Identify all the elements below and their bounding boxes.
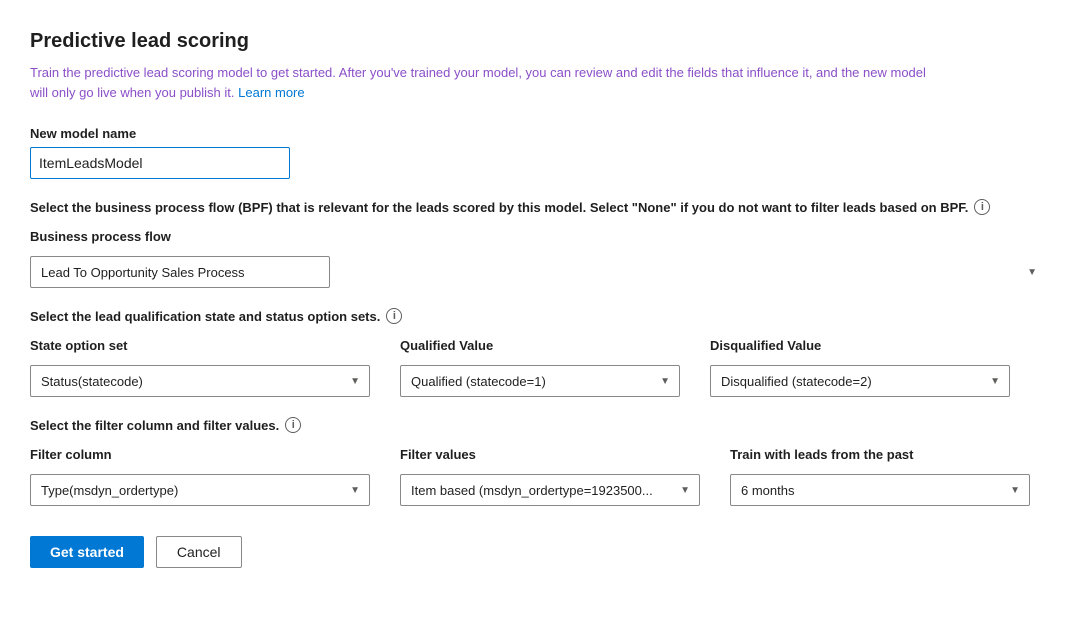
- train-past-dropdown[interactable]: 3 months 6 months 12 months 24 months: [730, 474, 1030, 506]
- intro-body: Train the predictive lead scoring model …: [30, 65, 926, 100]
- bpf-instruction: Select the business process flow (BPF) t…: [30, 199, 1010, 215]
- learn-more-link[interactable]: Learn more: [238, 85, 304, 100]
- qualified-value-group: Qualified Value Qualified (statecode=1) …: [400, 338, 680, 397]
- model-name-input[interactable]: [30, 147, 290, 179]
- qualification-section: Select the lead qualification state and …: [30, 308, 1047, 397]
- train-past-label: Train with leads from the past: [730, 447, 1030, 462]
- get-started-button[interactable]: Get started: [30, 536, 144, 568]
- filter-values-dropdown[interactable]: Item based (msdyn_ordertype=1923500...: [400, 474, 700, 506]
- model-name-section: New model name: [30, 126, 1047, 179]
- state-option-label: State option set: [30, 338, 370, 353]
- bpf-field-group: Business process flow Lead To Opportunit…: [30, 229, 1047, 288]
- state-option-dropdown[interactable]: Status(statecode): [30, 365, 370, 397]
- bpf-label: Business process flow: [30, 229, 1047, 244]
- train-past-group: Train with leads from the past 3 months …: [730, 447, 1030, 506]
- cancel-button[interactable]: Cancel: [156, 536, 242, 568]
- bpf-dropdown[interactable]: Lead To Opportunity Sales Process: [30, 256, 330, 288]
- filter-values-label: Filter values: [400, 447, 700, 462]
- bpf-section: Select the business process flow (BPF) t…: [30, 199, 1047, 288]
- filter-column-dropdown-container: Type(msdyn_ordertype) ▼: [30, 474, 370, 506]
- qualification-fields-row: State option set Status(statecode) ▼ Qua…: [30, 338, 1047, 397]
- filter-instruction: Select the filter column and filter valu…: [30, 417, 1047, 433]
- disqualified-dropdown-container: Disqualified (statecode=2) ▼: [710, 365, 1010, 397]
- model-name-label: New model name: [30, 126, 1047, 141]
- qualification-instruction: Select the lead qualification state and …: [30, 308, 1047, 324]
- filter-column-dropdown[interactable]: Type(msdyn_ordertype): [30, 474, 370, 506]
- intro-text: Train the predictive lead scoring model …: [30, 63, 930, 102]
- filter-column-label: Filter column: [30, 447, 370, 462]
- state-dropdown-container: Status(statecode) ▼: [30, 365, 370, 397]
- page-title: Predictive lead scoring: [30, 30, 1047, 53]
- bpf-info-icon[interactable]: i: [974, 199, 990, 215]
- bpf-chevron-icon: ▼: [1027, 267, 1037, 278]
- qualified-dropdown-container: Qualified (statecode=1) ▼: [400, 365, 680, 397]
- disqualified-value-label: Disqualified Value: [710, 338, 1010, 353]
- filter-info-icon[interactable]: i: [285, 417, 301, 433]
- filter-fields-row: Filter column Type(msdyn_ordertype) ▼ Fi…: [30, 447, 1047, 506]
- qualification-info-icon[interactable]: i: [386, 308, 402, 324]
- filter-section: Select the filter column and filter valu…: [30, 417, 1047, 506]
- state-option-group: State option set Status(statecode) ▼: [30, 338, 370, 397]
- disqualified-value-group: Disqualified Value Disqualified (stateco…: [710, 338, 1010, 397]
- button-row: Get started Cancel: [30, 536, 1047, 568]
- qualified-value-dropdown[interactable]: Qualified (statecode=1): [400, 365, 680, 397]
- train-past-dropdown-container: 3 months 6 months 12 months 24 months ▼: [730, 474, 1030, 506]
- disqualified-value-dropdown[interactable]: Disqualified (statecode=2): [710, 365, 1010, 397]
- filter-column-group: Filter column Type(msdyn_ordertype) ▼: [30, 447, 370, 506]
- filter-values-dropdown-container: Item based (msdyn_ordertype=1923500... ▼: [400, 474, 700, 506]
- qualified-value-label: Qualified Value: [400, 338, 680, 353]
- filter-values-group: Filter values Item based (msdyn_ordertyp…: [400, 447, 700, 506]
- bpf-dropdown-container: Lead To Opportunity Sales Process ▼: [30, 256, 1047, 288]
